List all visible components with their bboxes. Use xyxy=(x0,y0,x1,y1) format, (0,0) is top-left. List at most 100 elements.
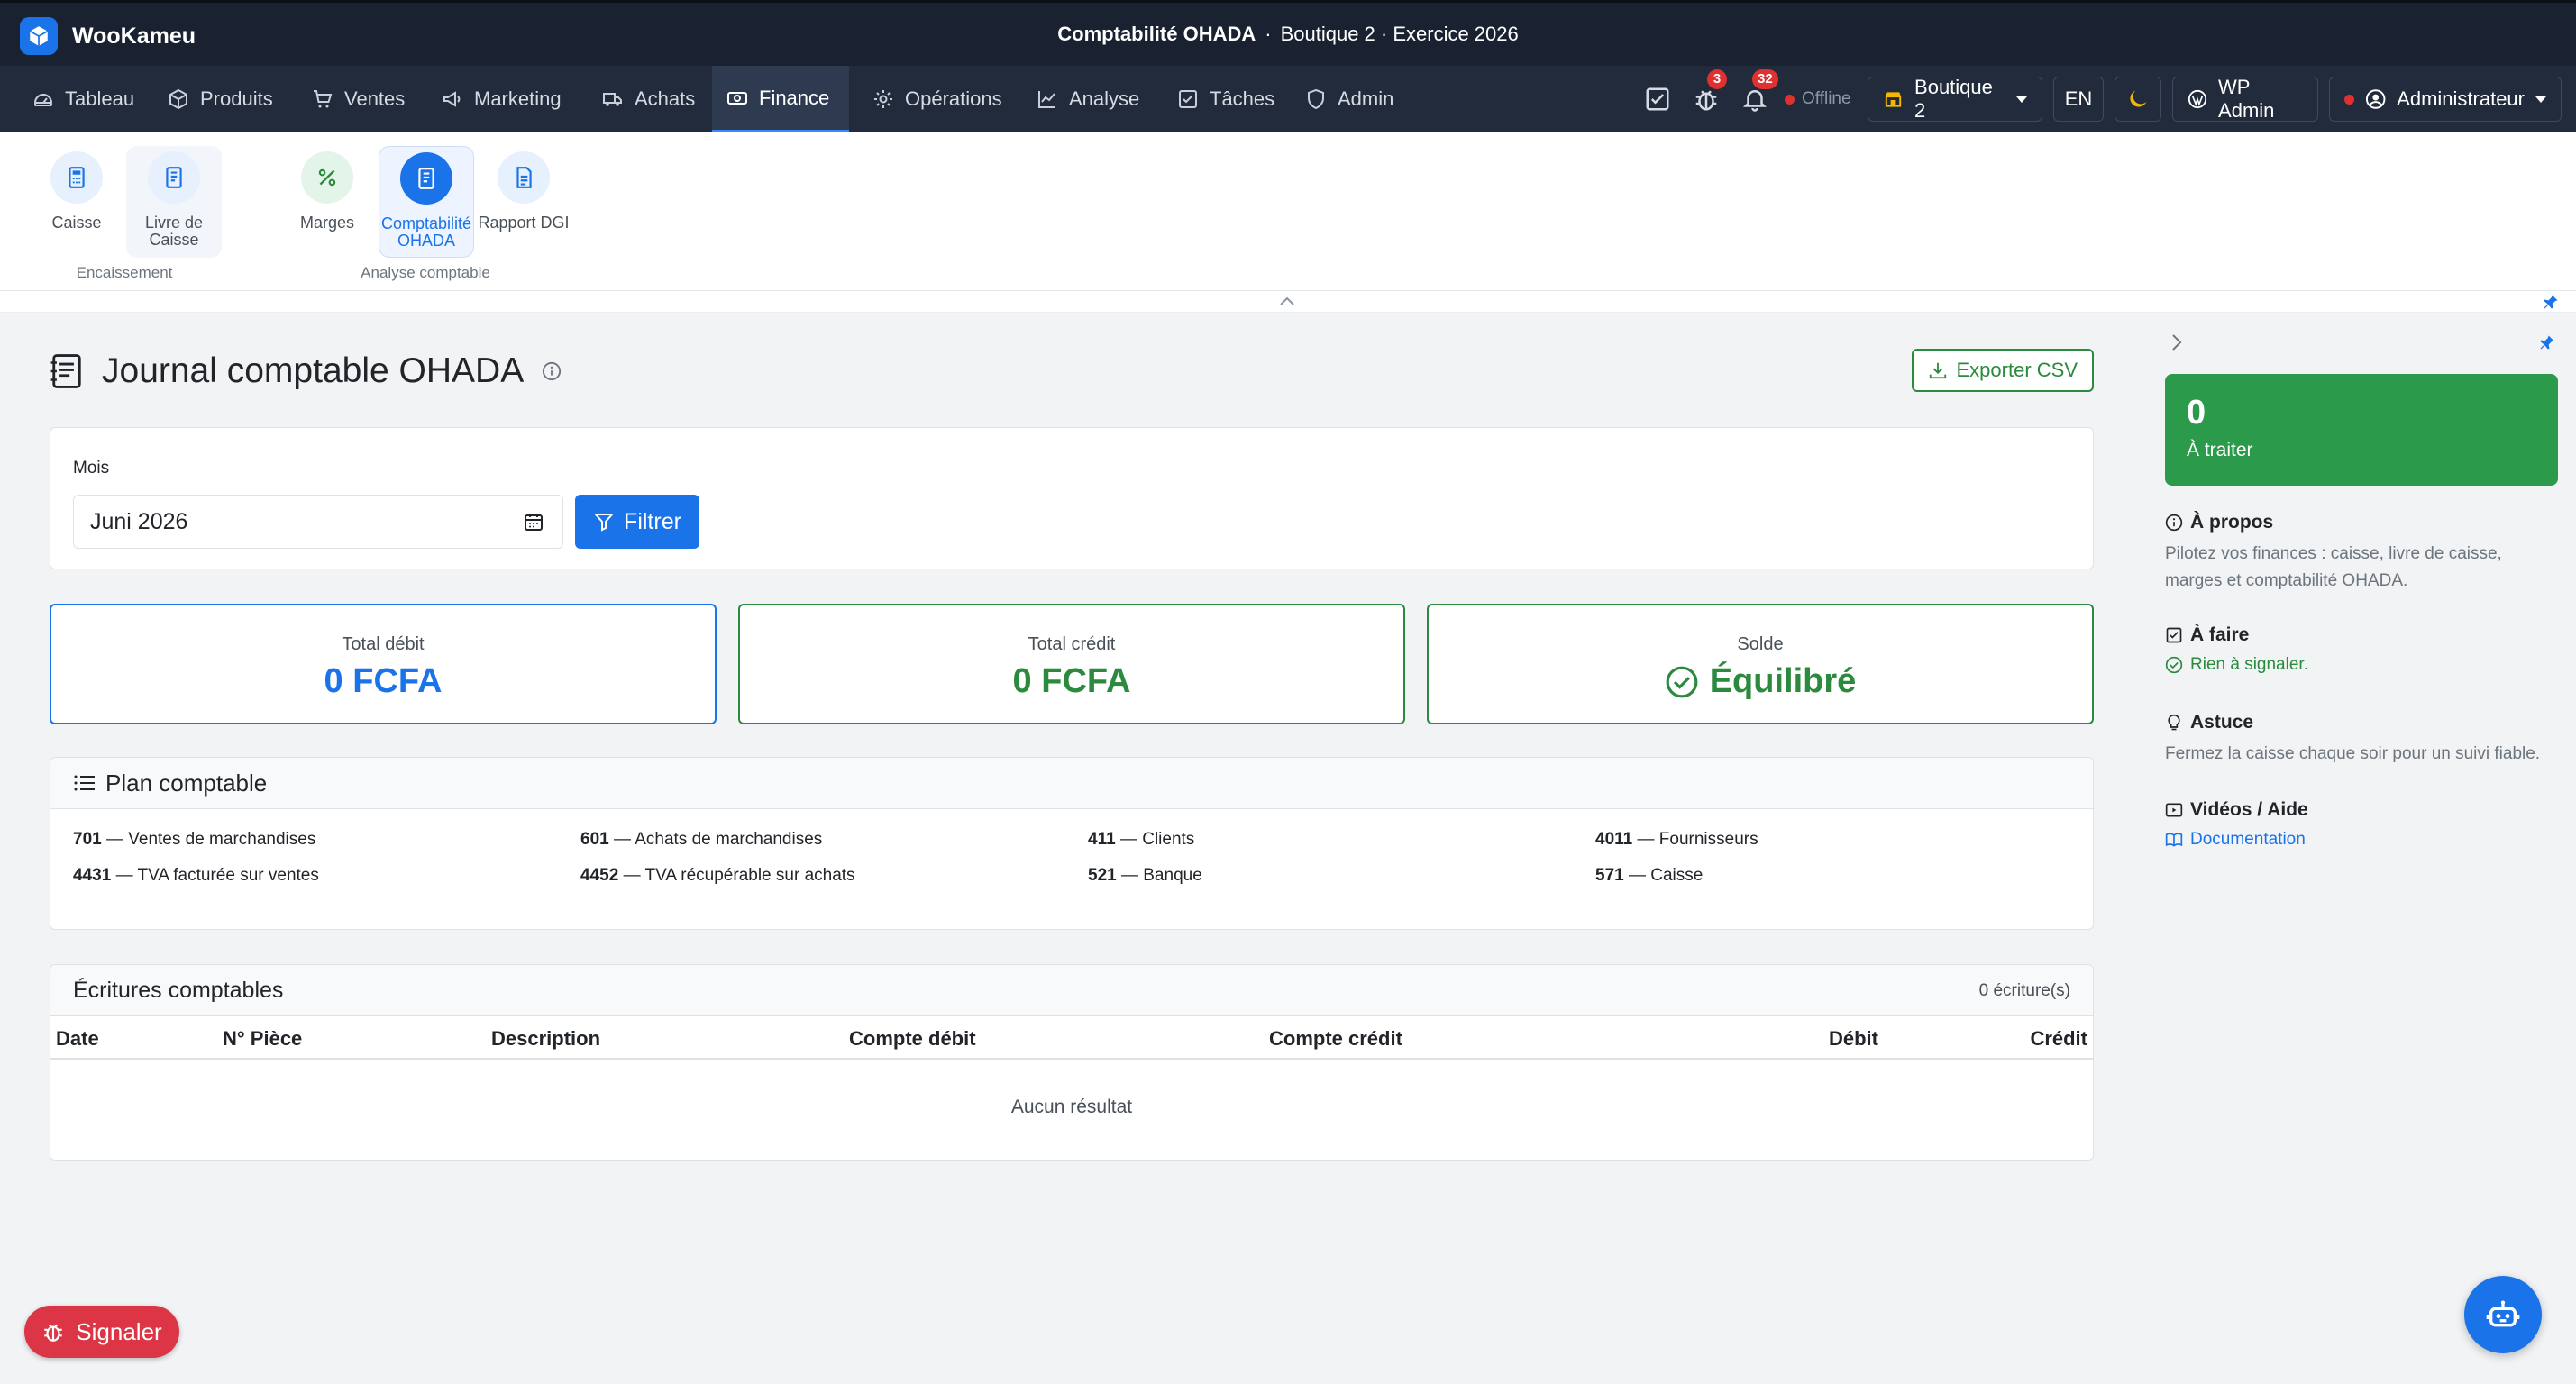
subnav-caisse[interactable]: Caisse xyxy=(29,146,124,258)
user-circle-icon xyxy=(2365,89,2386,109)
videos-title: Vidéos / Aide xyxy=(2190,799,2308,820)
window-title-main: Comptabilité OHADA xyxy=(1057,23,1256,45)
col-compte-credit[interactable]: Compte crédit xyxy=(1269,1027,1402,1051)
calculator-icon xyxy=(50,151,103,204)
language-toggle[interactable]: EN xyxy=(2053,77,2104,122)
about-title: À propos xyxy=(2190,512,2274,533)
total-credit-label: Total crédit xyxy=(1028,634,1116,654)
solde-card: Solde Équilibré xyxy=(1427,604,2094,724)
nav-analyse[interactable]: Analyse xyxy=(1022,66,1154,132)
theme-toggle[interactable] xyxy=(2115,77,2161,122)
funnel-icon xyxy=(593,514,615,532)
bug-icon[interactable] xyxy=(1693,86,1720,113)
plan-entry-4452: 4452 — TVA récupérable sur achats xyxy=(580,866,855,885)
subnav-label: Rapport DGI xyxy=(478,214,570,232)
afaire-title: À faire xyxy=(2190,624,2250,645)
check-circle-icon xyxy=(2165,656,2183,674)
cart-icon xyxy=(314,90,333,108)
bell-icon[interactable] xyxy=(1741,86,1768,113)
subnav-marges[interactable]: Marges xyxy=(279,146,375,258)
connection-status: Offline xyxy=(1785,89,1851,109)
list-icon xyxy=(74,775,95,791)
filter-button[interactable]: Filtrer xyxy=(575,495,699,549)
nav-label: Produits xyxy=(200,87,273,110)
nav-taches[interactable]: Tâches xyxy=(1163,66,1289,132)
nav-label: Opérations xyxy=(905,87,1002,110)
pin-icon[interactable] xyxy=(2538,333,2556,351)
nav-label: Finance xyxy=(759,86,830,109)
shop-selector-label: Boutique 2 xyxy=(1914,76,1993,122)
info-icon[interactable] xyxy=(542,361,562,381)
afaire-status: Rien à signaler. xyxy=(2165,655,2558,675)
todo-summary[interactable]: 0 À traiter xyxy=(2165,374,2558,486)
export-csv-label: Exporter CSV xyxy=(1956,359,2078,381)
empty-state: Aucun résultat xyxy=(1010,1097,1133,1117)
col-credit[interactable]: Crédit xyxy=(2030,1027,2087,1051)
documentation-link[interactable]: Documentation xyxy=(2165,830,2558,850)
col-date[interactable]: Date xyxy=(56,1027,99,1051)
page-title: Journal comptable OHADA xyxy=(50,351,562,391)
shop-selector[interactable]: Boutique 2 xyxy=(1868,76,2042,122)
subnav-collapse-strip[interactable] xyxy=(0,291,2576,313)
nav-label: Tableau xyxy=(65,87,135,110)
afaire-text: Rien à signaler. xyxy=(2190,655,2308,674)
month-input[interactable]: Juni 2026 xyxy=(73,495,563,549)
ledger-icon xyxy=(400,152,452,205)
chevron-down-icon xyxy=(2016,96,2027,103)
subnav-label: Livre de Caisse xyxy=(144,214,204,249)
col-compte-debit[interactable]: Compte débit xyxy=(849,1027,976,1051)
plan-entry-521: 521 — Banque xyxy=(1088,866,1202,885)
cash-icon xyxy=(727,91,747,105)
chevron-up-icon[interactable] xyxy=(1278,295,1296,307)
subnav-rapport-dgi[interactable]: Rapport DGI xyxy=(476,146,571,258)
window-title: Comptabilité OHADA · Boutique 2 · Exercice… xyxy=(0,23,2576,46)
nav-marketing[interactable]: Marketing xyxy=(427,66,576,132)
check-circle-icon xyxy=(1666,666,1698,697)
report-bug-button[interactable]: Signaler xyxy=(24,1306,179,1358)
info-icon xyxy=(2165,514,2183,532)
nav-tableau[interactable]: Tableau xyxy=(18,66,149,132)
gear-icon xyxy=(874,90,892,108)
status-dot-icon xyxy=(2344,94,2354,105)
nav-label: Achats xyxy=(635,87,696,110)
nav-produits[interactable]: Produits xyxy=(153,66,288,132)
astuce-text: Fermez la caisse chaque soir pour un sui… xyxy=(2165,744,2541,763)
subnav-livre-de-caisse[interactable]: Livre de Caisse xyxy=(126,146,222,258)
videos-section: Vidéos / Aide Documentation xyxy=(2165,799,2558,850)
col-num-piece[interactable]: N° Pièce xyxy=(223,1027,302,1051)
nav-operations[interactable]: Opérations xyxy=(858,66,1017,132)
user-menu[interactable]: Administrateur xyxy=(2329,77,2562,122)
wp-admin-link[interactable]: WP Admin xyxy=(2172,76,2318,122)
filter-button-label: Filtrer xyxy=(624,508,681,534)
chevron-right-icon[interactable] xyxy=(2169,332,2185,353)
assistant-bot-button[interactable] xyxy=(2464,1276,2542,1353)
calendar-icon[interactable] xyxy=(523,511,544,533)
chevron-down-icon xyxy=(2535,96,2546,103)
subnav-comptabilite-ohada[interactable]: Comptabilité OHADA xyxy=(379,146,474,258)
about-text: Pilotez vos finances : caisse, livre de … xyxy=(2165,544,2502,590)
col-description[interactable]: Description xyxy=(491,1027,600,1051)
export-csv-button[interactable]: Exporter CSV xyxy=(1911,349,2094,392)
ecritures-title: Écritures comptables xyxy=(73,977,284,1003)
book-icon xyxy=(2165,833,2183,847)
nav-label: Analyse xyxy=(1069,87,1140,110)
col-debit[interactable]: Débit xyxy=(1829,1027,1878,1051)
language-label: EN xyxy=(2064,87,2093,110)
about-title-row: À propos xyxy=(2165,512,2558,533)
user-name: Administrateur xyxy=(2397,87,2525,110)
moon-icon xyxy=(2130,90,2147,107)
nav-ventes[interactable]: Ventes xyxy=(297,66,419,132)
afaire-title-row: À faire xyxy=(2165,624,2558,646)
nav-finance[interactable]: Finance xyxy=(712,66,849,132)
nav-achats[interactable]: Achats xyxy=(588,66,709,132)
plan-comptable-title: Plan comptable xyxy=(105,769,268,797)
tasks-check-icon[interactable] xyxy=(1644,86,1671,113)
nav-admin[interactable]: Admin xyxy=(1291,66,1408,132)
wp-admin-label: WP Admin xyxy=(2218,76,2275,122)
page-title-text: Journal comptable OHADA xyxy=(102,351,525,390)
pin-icon[interactable] xyxy=(2542,293,2560,311)
finance-subnav: Caisse Livre de Caisse Marges Comptabili… xyxy=(0,132,2576,291)
report-icon xyxy=(498,151,550,204)
offline-dot-icon xyxy=(1785,94,1795,105)
plan-entry-4011: 4011 — Fournisseurs xyxy=(1595,830,1758,849)
